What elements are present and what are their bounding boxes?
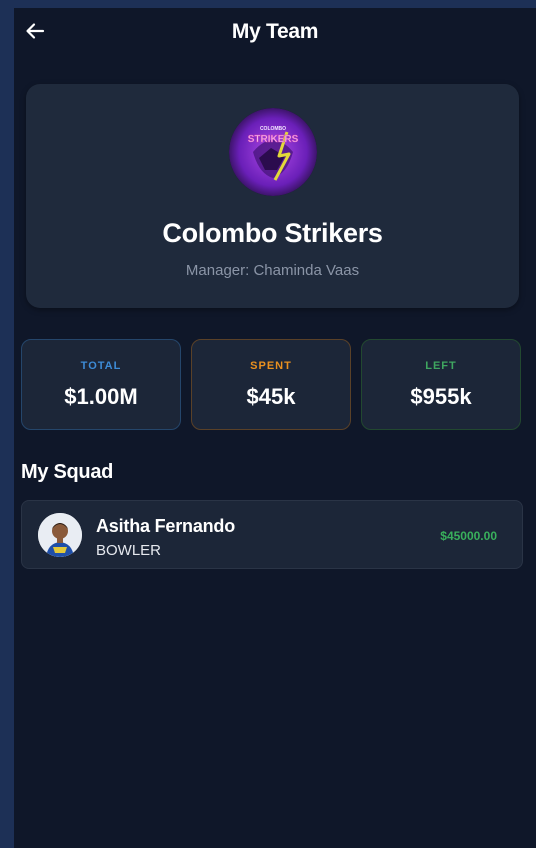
spent-value: $45k: [246, 384, 296, 409]
team-card: COLOMBO STRIKERS Colombo Strikers Manage…: [26, 84, 519, 308]
team-logo-image: COLOMBO STRIKERS: [229, 108, 317, 196]
total-label: TOTAL: [80, 360, 122, 372]
player-name: Asitha Fernando: [96, 516, 236, 536]
left-value: $955k: [410, 384, 472, 409]
total-value: $1.00M: [64, 384, 138, 409]
logo-main-text: STRIKERS: [248, 134, 299, 145]
total-budget-card: TOTAL $1.00M: [21, 339, 181, 430]
team-logo: COLOMBO STRIKERS: [229, 108, 317, 196]
left-budget-card: LEFT $955k: [361, 339, 521, 430]
player-avatar-icon: [38, 513, 82, 557]
player-role: BOWLER: [96, 542, 162, 559]
squad-player-row[interactable]: Asitha Fernando BOWLER $45000.00: [21, 500, 523, 569]
spent-budget-card: SPENT $45k: [191, 339, 351, 430]
top-app-bar: My Team: [14, 8, 536, 58]
team-name: Colombo Strikers: [162, 218, 383, 248]
player-price: $45000.00: [440, 529, 497, 543]
spent-label: SPENT: [250, 360, 292, 372]
left-label: LEFT: [425, 360, 457, 372]
team-manager: Manager: Chaminda Vaas: [185, 262, 360, 279]
page-title: My Team: [231, 20, 319, 43]
squad-section-title: My Squad: [21, 461, 114, 483]
logo-top-text: COLOMBO: [260, 126, 286, 132]
app-screen: My Team COLOMBO STRIKERS Colombo Striker…: [14, 8, 536, 848]
